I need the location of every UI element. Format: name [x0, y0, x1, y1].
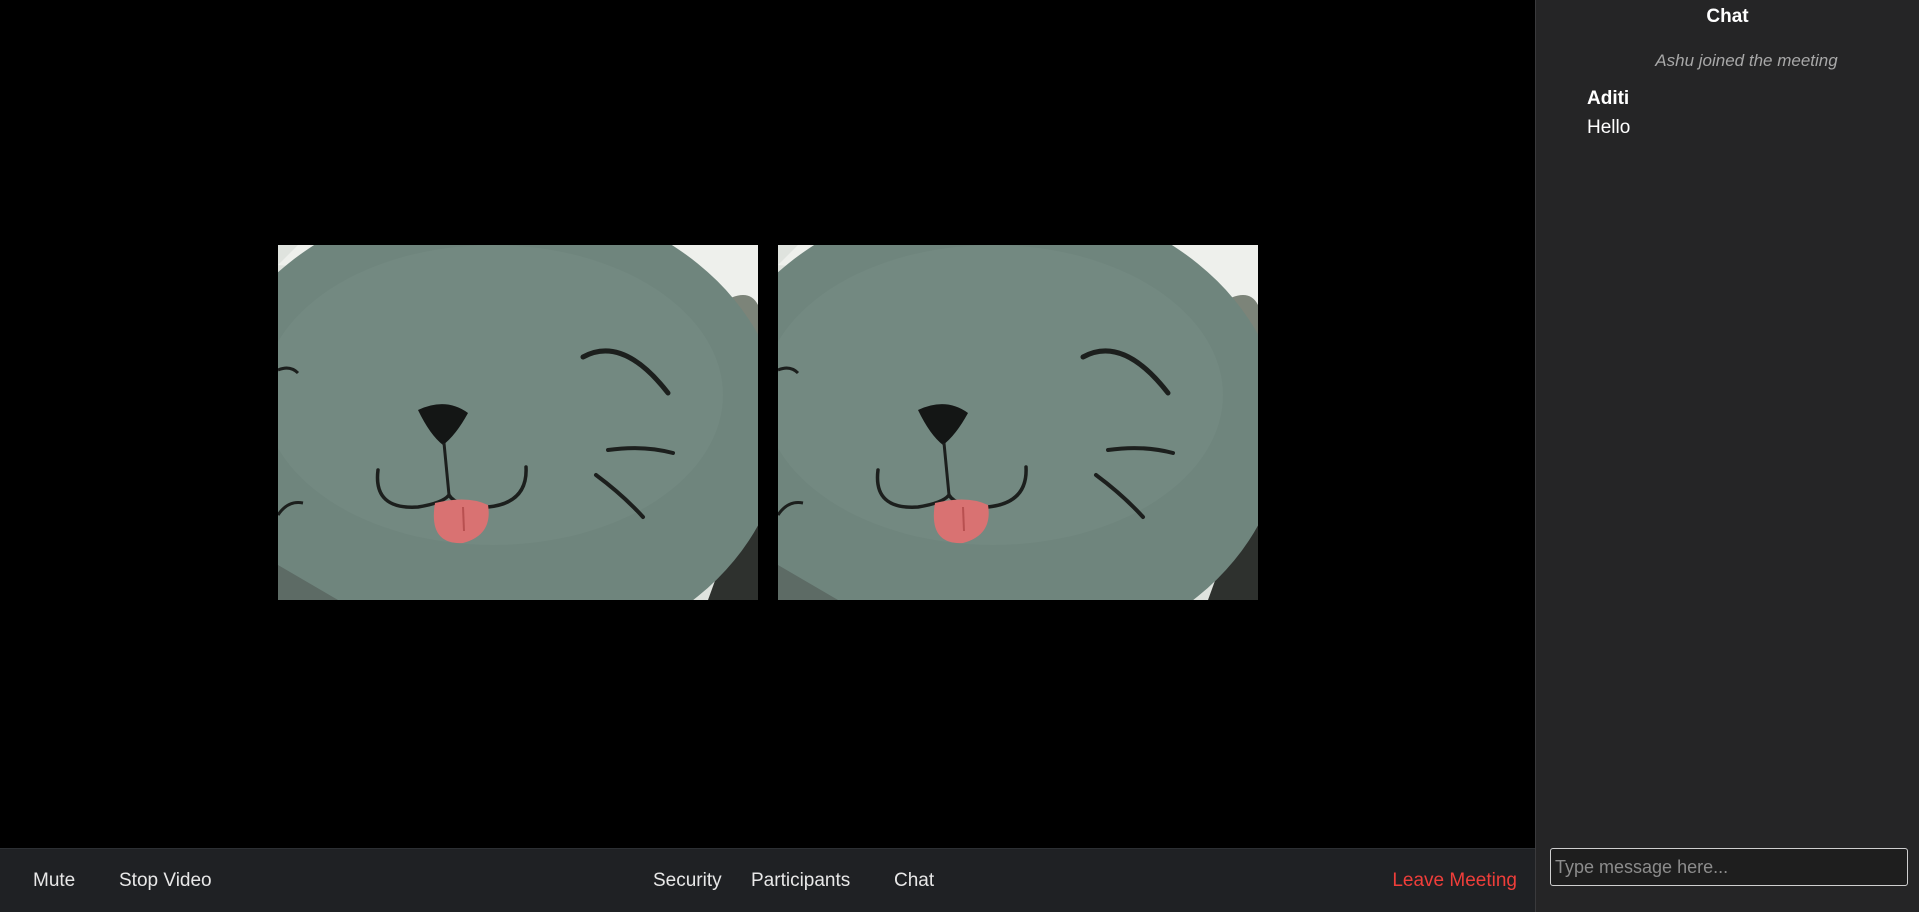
chat-button[interactable]: Chat — [894, 849, 934, 912]
stop-video-button[interactable]: Stop Video — [119, 849, 212, 912]
chat-message: Aditi Hello — [1587, 88, 1630, 139]
message-author: Aditi — [1587, 88, 1630, 109]
system-message: Ashu joined the meeting — [1655, 51, 1838, 70]
meeting-toolbar: Mute Stop Video Security Participants Ch… — [0, 848, 1535, 912]
security-button[interactable]: Security — [653, 849, 722, 912]
video-tile[interactable] — [278, 245, 758, 600]
leave-meeting-button[interactable]: Leave Meeting — [1392, 849, 1517, 912]
chat-title: Chat — [1706, 6, 1749, 27]
video-tile[interactable] — [778, 245, 1258, 600]
message-text: Hello — [1587, 117, 1631, 138]
meeting-app: Mute Stop Video Security Participants Ch… — [0, 0, 1919, 912]
chat-message-input[interactable] — [1550, 848, 1908, 886]
participants-button[interactable]: Participants — [751, 849, 850, 912]
video-stage — [0, 0, 1535, 848]
plush-cat-face-icon — [778, 245, 1258, 600]
plush-cat-face-icon — [278, 245, 758, 600]
mute-button[interactable]: Mute — [33, 849, 75, 912]
chat-panel: Chat Ashu joined the meeting Aditi Hello — [1535, 0, 1919, 912]
